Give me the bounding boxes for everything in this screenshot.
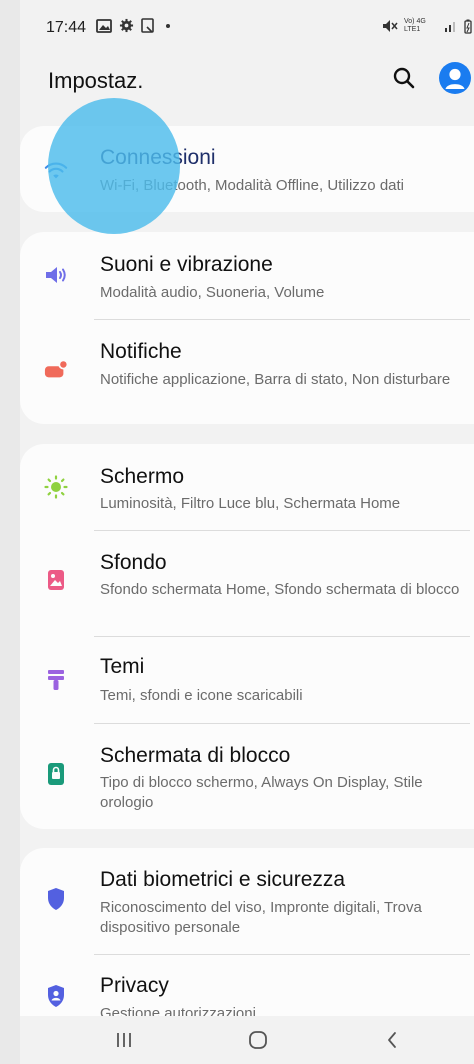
settings-item-description: Luminosità, Filtro Luce blu, Schermata H… xyxy=(100,495,401,512)
settings-item-schermo[interactable]: Schermo Luminosità, Filtro Luce blu, Sch… xyxy=(20,444,474,530)
themes-icon xyxy=(44,668,68,692)
back-button[interactable] xyxy=(370,1026,414,1054)
settings-item-label: Privacy xyxy=(100,974,169,997)
home-icon xyxy=(249,1031,267,1049)
settings-item-temi[interactable]: Temi Temi, sfondi e icone scaricabili xyxy=(20,636,474,723)
app-header: Impostaz. xyxy=(20,60,474,110)
recents-button[interactable] xyxy=(102,1026,146,1054)
settings-item-connessioni[interactable]: Connessioni Wi-Fi, Bluetooth, Modalità O… xyxy=(20,126,474,212)
settings-item-label: Sfondo xyxy=(100,551,167,574)
screenshot-notification-icon xyxy=(141,18,154,33)
battery-icon xyxy=(464,19,472,34)
settings-item-sfondo[interactable]: Sfondo Sfondo schermata Home, Sfondo sch… xyxy=(20,530,474,636)
settings-notification-icon xyxy=(119,18,134,33)
status-left-icons xyxy=(96,18,170,33)
settings-item-label: Temi xyxy=(100,655,145,678)
settings-item-dati-biometrici[interactable]: Dati biometrici e sicurezza Riconoscimen… xyxy=(20,848,474,954)
settings-item-description: Sfondo schermata Home, Sfondo schermata … xyxy=(100,581,460,598)
settings-item-suoni[interactable]: Suoni e vibrazione Modalità audio, Suone… xyxy=(20,232,474,319)
settings-item-description: Temi, sfondi e icone scaricabili xyxy=(100,687,303,704)
settings-item-label: Dati biometrici e sicurezza xyxy=(100,868,346,891)
status-time: 17:44 xyxy=(46,19,87,36)
settings-item-label: Suoni e vibrazione xyxy=(100,253,273,276)
status-bar: 17:44 Vo) 4G LTE1 xyxy=(20,0,474,60)
settings-item-notifiche[interactable]: Notifiche Notifiche applicazione, Barra … xyxy=(20,319,474,424)
search-icon[interactable] xyxy=(392,66,416,90)
status-right-icons: Vo) 4G LTE1 xyxy=(382,18,472,34)
navigation-bar xyxy=(20,1016,474,1064)
recents-icon xyxy=(117,1033,131,1047)
settings-item-description: Tipo di blocco schermo, Always On Displa… xyxy=(100,774,423,811)
wifi-icon xyxy=(44,159,68,183)
settings-item-description: Notifiche applicazione, Barra di stato, … xyxy=(100,371,451,388)
privacy-icon xyxy=(44,984,68,1008)
gallery-notification-icon xyxy=(96,18,112,33)
mute-icon xyxy=(383,20,398,32)
page-title: Impostaz. xyxy=(48,68,144,93)
settings-item-schermata-di-blocco[interactable]: Schermata di blocco Tipo di blocco scher… xyxy=(20,723,474,829)
settings-item-label: Schermo xyxy=(100,465,185,488)
notification-icon xyxy=(44,358,68,382)
wallpaper-icon xyxy=(44,568,68,592)
brightness-icon xyxy=(44,475,68,499)
settings-item-label: Schermata di blocco xyxy=(100,744,291,767)
settings-screen: 17:44 Vo) 4G LTE1 Impostaz. Connessioni xyxy=(20,0,474,1064)
settings-item-label: Connessioni xyxy=(100,146,216,169)
lock-screen-icon xyxy=(44,762,68,786)
more-notifications-dot xyxy=(166,23,170,28)
settings-card-display: Schermo Luminosità, Filtro Luce blu, Sch… xyxy=(20,444,474,829)
profile-avatar-icon[interactable] xyxy=(439,62,471,94)
settings-item-description: Riconoscimento del viso, Impronte digita… xyxy=(100,899,422,936)
biometrics-icon xyxy=(44,887,68,911)
settings-card-sound-notifications: Suoni e vibrazione Modalità audio, Suone… xyxy=(20,232,474,424)
back-icon xyxy=(388,1032,396,1048)
settings-card-connections: Connessioni Wi-Fi, Bluetooth, Modalità O… xyxy=(20,126,474,212)
settings-item-description: Modalità audio, Suoneria, Volume xyxy=(100,284,325,301)
volume-icon xyxy=(44,263,68,287)
home-button[interactable] xyxy=(236,1026,280,1054)
settings-item-description: Wi-Fi, Bluetooth, Modalità Offline, Util… xyxy=(100,177,405,194)
settings-item-label: Notifiche xyxy=(100,340,182,363)
network-type-label: Vo) 4G LTE1 xyxy=(404,18,426,33)
signal-icon xyxy=(445,22,455,32)
